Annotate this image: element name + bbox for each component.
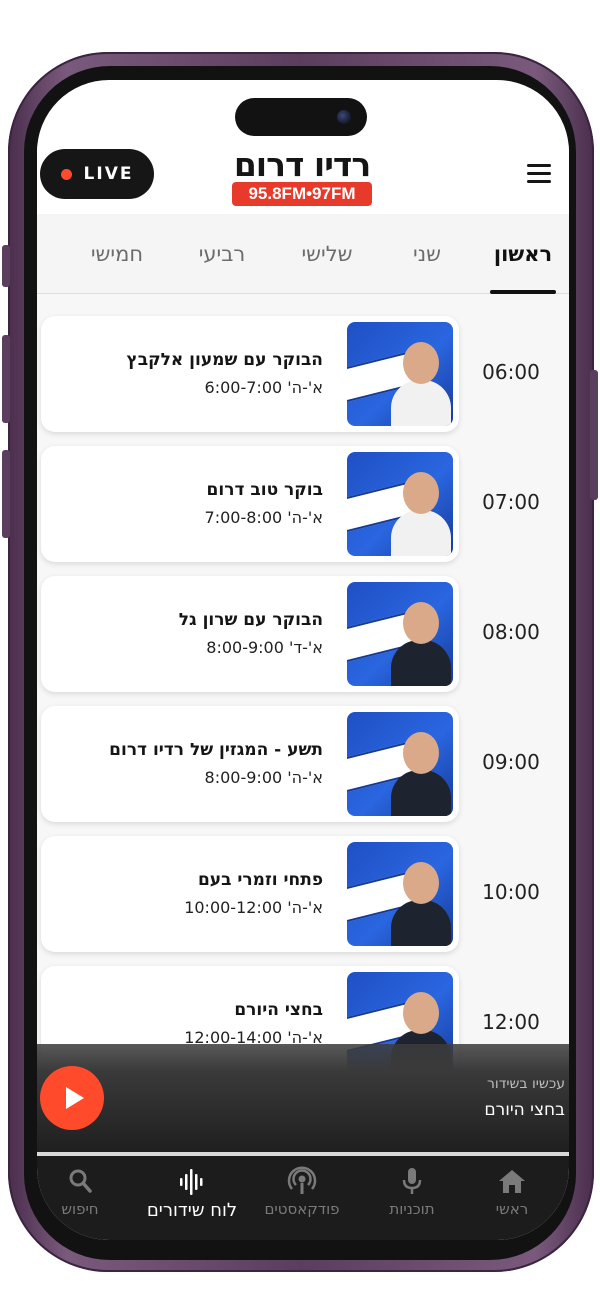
- nav-home[interactable]: ראשי: [457, 1166, 567, 1230]
- logo-name: רדיו דרום: [233, 145, 371, 184]
- slot-time: 09:00: [482, 750, 540, 774]
- nav-label: לוח שידורים: [146, 1200, 238, 1221]
- show-hours: א'-ה' 8:00-9:00: [204, 768, 323, 787]
- show-hours: א'-ה' 10:00-12:00: [184, 898, 323, 917]
- show-thumbnail: [347, 582, 453, 686]
- now-playing-title: בחצי היורם: [484, 1100, 565, 1120]
- nav-label: חיפוש: [61, 1200, 99, 1218]
- search-icon: [69, 1169, 92, 1193]
- slot-time: 10:00: [482, 880, 540, 904]
- nav-label: ראשי: [495, 1200, 529, 1218]
- tab-label: רביעי: [198, 242, 246, 266]
- nav-search[interactable]: חיפוש: [37, 1166, 135, 1230]
- slot-time: 07:00: [482, 490, 540, 514]
- show-title: תשע - המגזין של רדיו דרום: [109, 740, 323, 760]
- schedule-list[interactable]: הבוקר עם שמעון אלקבץ א'-ה' 6:00-7:00 06:…: [37, 294, 569, 1082]
- side-button: [2, 335, 10, 423]
- logo-frequency: 95.8FM•97FM: [232, 182, 372, 206]
- show-title: בחצי היורם: [234, 1000, 323, 1020]
- tab-sunday[interactable]: ראשון: [482, 214, 564, 294]
- show-hours: א'-ה' 7:00-8:00: [204, 508, 323, 527]
- app-screen: LIVE רדיו דרום 95.8FM•97FM ראשון שני שלי…: [37, 80, 569, 1240]
- bottom-navigation: ראשי תוכניות פודקאסטים לוח שידורים חיפוש: [37, 1156, 569, 1240]
- nav-schedule[interactable]: לוח שידורים: [137, 1166, 247, 1230]
- live-dot-icon: [60, 168, 72, 180]
- show-card[interactable]: בוקר טוב דרום א'-ה' 7:00-8:00: [41, 446, 459, 562]
- slot-time: 08:00: [482, 620, 540, 644]
- waveform-icon: [180, 1169, 203, 1195]
- show-thumbnail: [347, 712, 453, 816]
- show-thumbnail: [347, 452, 453, 556]
- show-title: פתחי וזמרי בעם: [197, 870, 323, 890]
- nav-label: תוכניות: [389, 1200, 435, 1218]
- podcast-icon: [287, 1166, 317, 1194]
- side-button: [2, 245, 10, 287]
- slot-time: 06:00: [482, 360, 540, 384]
- now-playing-bar[interactable]: עכשיו בשידור בחצי היורם: [37, 1044, 569, 1152]
- show-hours: א'-ה' 6:00-7:00: [204, 378, 323, 397]
- microphone-icon: [402, 1168, 422, 1194]
- station-logo[interactable]: רדיו דרום 95.8FM•97FM: [227, 148, 377, 206]
- nav-programs[interactable]: תוכניות: [357, 1166, 467, 1230]
- camera-icon: [337, 110, 351, 124]
- schedule-row[interactable]: פתחי וזמרי בעם א'-ה' 10:00-12:00 10:00: [37, 836, 569, 954]
- schedule-row[interactable]: הבוקר עם שרון גל א'-ד' 8:00-9:00 08:00: [37, 576, 569, 694]
- tab-label: חמישי: [90, 242, 144, 266]
- show-hours: א'-ד' 8:00-9:00: [206, 638, 323, 657]
- nav-label: פודקאסטים: [264, 1200, 340, 1218]
- show-thumbnail: [347, 322, 453, 426]
- show-title: הבוקר עם שרון גל: [178, 610, 323, 630]
- play-button[interactable]: [40, 1066, 104, 1130]
- tab-label: שלישי: [301, 242, 353, 266]
- dynamic-island: [235, 98, 367, 136]
- tab-tuesday[interactable]: שלישי: [282, 214, 372, 294]
- schedule-row[interactable]: הבוקר עם שמעון אלקבץ א'-ה' 6:00-7:00 06:…: [37, 316, 569, 434]
- hamburger-menu-icon[interactable]: [527, 164, 551, 184]
- show-card[interactable]: תשע - המגזין של רדיו דרום א'-ה' 8:00-9:0…: [41, 706, 459, 822]
- slot-time: 12:00: [482, 1010, 540, 1034]
- show-title: בוקר טוב דרום: [206, 480, 323, 500]
- live-button[interactable]: LIVE: [40, 149, 154, 199]
- tab-label: ראשון: [493, 242, 553, 266]
- schedule-row[interactable]: בוקר טוב דרום א'-ה' 7:00-8:00 07:00: [37, 446, 569, 564]
- side-button: [2, 450, 10, 538]
- home-icon: [499, 1170, 525, 1193]
- show-title: הבוקר עם שמעון אלקבץ: [126, 350, 323, 370]
- nav-podcasts[interactable]: פודקאסטים: [247, 1166, 357, 1230]
- tab-label: שני: [413, 242, 441, 266]
- show-card[interactable]: הבוקר עם שמעון אלקבץ א'-ה' 6:00-7:00: [41, 316, 459, 432]
- tab-wednesday[interactable]: רביעי: [177, 214, 267, 294]
- tab-monday[interactable]: שני: [387, 214, 467, 294]
- side-button: [590, 370, 598, 500]
- show-thumbnail: [347, 842, 453, 946]
- show-card[interactable]: פתחי וזמרי בעם א'-ה' 10:00-12:00: [41, 836, 459, 952]
- app-header: LIVE רדיו דרום 95.8FM•97FM: [37, 146, 569, 218]
- schedule-row[interactable]: תשע - המגזין של רדיו דרום א'-ה' 8:00-9:0…: [37, 706, 569, 824]
- play-icon: [65, 1087, 84, 1109]
- live-label: LIVE: [83, 164, 134, 184]
- tab-thursday[interactable]: חמישי: [72, 214, 162, 294]
- show-card[interactable]: הבוקר עם שרון גל א'-ד' 8:00-9:00: [41, 576, 459, 692]
- day-tabs: ראשון שני שלישי רביעי חמישי: [37, 214, 569, 294]
- now-playing-label: עכשיו בשידור: [487, 1076, 565, 1092]
